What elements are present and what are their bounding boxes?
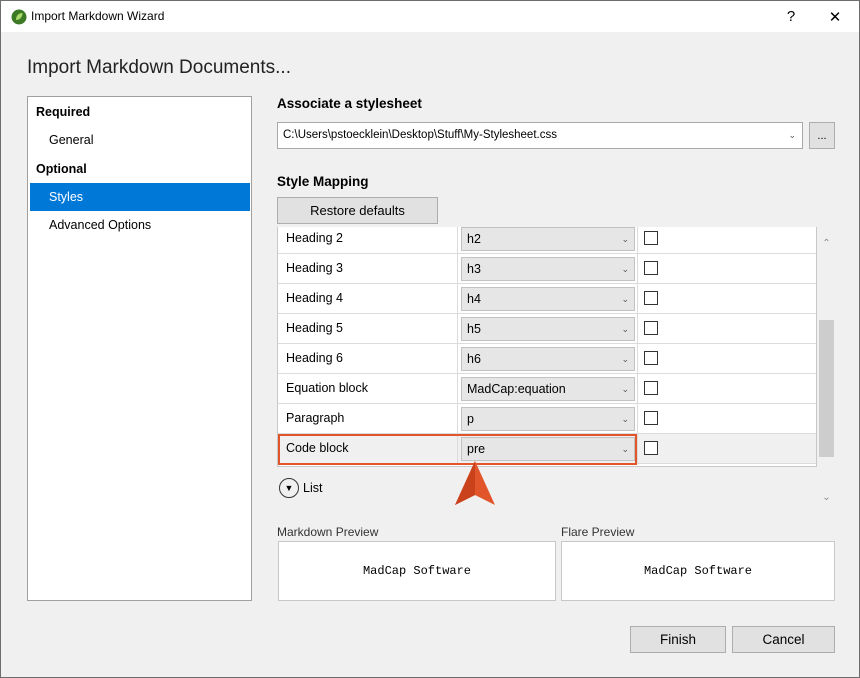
close-button[interactable]: ✕ xyxy=(813,1,857,32)
style-dropdown-value: MadCap:equation xyxy=(467,382,566,396)
element-name: Paragraph xyxy=(278,404,458,433)
style-dropdown[interactable]: p ⌄ xyxy=(461,407,635,431)
style-mapping-grid: Heading 2 h2 ⌄ Heading 3 h3 ⌄ Heading 4 h4… xyxy=(277,227,817,467)
title-bar: Import Markdown Wizard ? ✕ xyxy=(1,1,859,32)
table-row: Heading 6 h6 ⌄ xyxy=(278,344,816,374)
row-checkbox[interactable] xyxy=(644,321,658,335)
list-expander-label[interactable]: List xyxy=(303,481,322,495)
stylesheet-section-label: Associate a stylesheet xyxy=(277,96,422,111)
style-mapping-scrollbar[interactable]: ⌃ ⌄ xyxy=(818,227,835,507)
column-divider xyxy=(637,404,638,433)
chevron-down-icon: ⌄ xyxy=(621,234,629,244)
chevron-down-icon: ⌄ xyxy=(621,354,629,364)
chevron-down-icon: ⌄ xyxy=(621,384,629,394)
row-checkbox[interactable] xyxy=(644,411,658,425)
style-dropdown-value: h4 xyxy=(467,292,481,306)
element-name: Heading 5 xyxy=(278,314,458,343)
nav-item-general[interactable]: General xyxy=(30,126,250,154)
element-name: Heading 4 xyxy=(278,284,458,313)
circle-chevron-down-icon[interactable]: ▼ xyxy=(279,478,299,498)
nav-group-required: Required xyxy=(36,105,91,119)
help-button[interactable]: ? xyxy=(769,1,813,32)
flare-preview-box: MadCap Software xyxy=(561,541,835,601)
style-dropdown[interactable]: h4 ⌄ xyxy=(461,287,635,311)
style-dropdown-value: p xyxy=(467,412,474,426)
table-row: Heading 2 h2 ⌄ xyxy=(278,227,816,254)
arrow-pointer-icon xyxy=(455,461,495,505)
column-divider xyxy=(637,344,638,373)
table-row: Paragraph p ⌄ xyxy=(278,404,816,434)
page-title: Import Markdown Documents... xyxy=(27,57,291,78)
column-divider xyxy=(637,284,638,313)
import-markdown-wizard-window: Import Markdown Wizard ? ✕ Import Markdo… xyxy=(0,0,860,678)
row-checkbox[interactable] xyxy=(644,441,658,455)
table-row: Equation block MadCap:equation ⌄ xyxy=(278,374,816,404)
table-row: Heading 5 h5 ⌄ xyxy=(278,314,816,344)
markdown-preview-label: Markdown Preview xyxy=(277,525,379,539)
style-dropdown[interactable]: h3 ⌄ xyxy=(461,257,635,281)
nav-item-styles[interactable]: Styles xyxy=(30,183,250,211)
chevron-down-icon: ⌄ xyxy=(788,130,796,140)
nav-item-advanced-options[interactable]: Advanced Options xyxy=(30,211,250,239)
flare-leaf-icon xyxy=(11,9,27,25)
column-divider xyxy=(637,314,638,343)
table-row: Heading 4 h4 ⌄ xyxy=(278,284,816,314)
style-dropdown-value: h2 xyxy=(467,232,481,246)
column-divider xyxy=(637,434,638,463)
scrollbar-thumb[interactable] xyxy=(819,320,834,457)
column-divider xyxy=(637,254,638,283)
style-dropdown[interactable]: h2 ⌄ xyxy=(461,227,635,251)
stylesheet-path-combobox[interactable]: C:\Users\pstoecklein\Desktop\Stuff\My-St… xyxy=(277,122,803,149)
element-name: Heading 2 xyxy=(278,227,458,253)
style-dropdown-value: h6 xyxy=(467,352,481,366)
table-row: Code block pre ⌄ xyxy=(278,434,816,464)
markdown-preview-box: MadCap Software xyxy=(278,541,556,601)
chevron-down-icon: ⌄ xyxy=(621,264,629,274)
row-checkbox[interactable] xyxy=(644,291,658,305)
element-name: Equation block xyxy=(278,374,458,403)
flare-preview-text: MadCap Software xyxy=(643,564,753,578)
column-divider xyxy=(637,374,638,403)
browse-stylesheet-button[interactable]: ... xyxy=(809,122,835,149)
row-checkbox[interactable] xyxy=(644,231,658,245)
style-dropdown-value: h5 xyxy=(467,322,481,336)
style-mapping-section-label: Style Mapping xyxy=(277,174,369,189)
style-dropdown[interactable]: h6 ⌄ xyxy=(461,347,635,371)
element-name: Heading 3 xyxy=(278,254,458,283)
row-checkbox[interactable] xyxy=(644,381,658,395)
style-dropdown-value: pre xyxy=(467,442,486,456)
flare-preview-label: Flare Preview xyxy=(561,525,635,539)
column-divider xyxy=(637,227,638,253)
chevron-down-icon: ⌄ xyxy=(621,444,629,454)
wizard-nav-panel: Required General Optional Styles Advance… xyxy=(27,96,252,601)
element-name: Heading 6 xyxy=(278,344,458,373)
window-title: Import Markdown Wizard xyxy=(31,9,165,23)
chevron-down-icon[interactable]: ⌄ xyxy=(818,489,835,505)
style-dropdown[interactable]: MadCap:equation ⌄ xyxy=(461,377,635,401)
markdown-preview-text: MadCap Software xyxy=(362,564,472,578)
style-dropdown[interactable]: h5 ⌄ xyxy=(461,317,635,341)
style-dropdown[interactable]: pre ⌄ xyxy=(461,437,635,461)
element-name: Code block xyxy=(278,434,458,463)
row-checkbox[interactable] xyxy=(644,351,658,365)
row-checkbox[interactable] xyxy=(644,261,658,275)
chevron-down-icon: ⌄ xyxy=(621,414,629,424)
finish-button[interactable]: Finish xyxy=(630,626,726,653)
restore-defaults-button[interactable]: Restore defaults xyxy=(277,197,438,224)
stylesheet-path-value: C:\Users\pstoecklein\Desktop\Stuff\My-St… xyxy=(283,129,557,141)
style-dropdown-value: h3 xyxy=(467,262,481,276)
chevron-down-icon: ⌄ xyxy=(621,324,629,334)
table-row: Heading 3 h3 ⌄ xyxy=(278,254,816,284)
nav-group-optional: Optional xyxy=(36,162,87,176)
chevron-down-icon: ⌄ xyxy=(621,294,629,304)
cancel-button[interactable]: Cancel xyxy=(732,626,835,653)
chevron-up-icon[interactable]: ⌃ xyxy=(818,235,835,251)
